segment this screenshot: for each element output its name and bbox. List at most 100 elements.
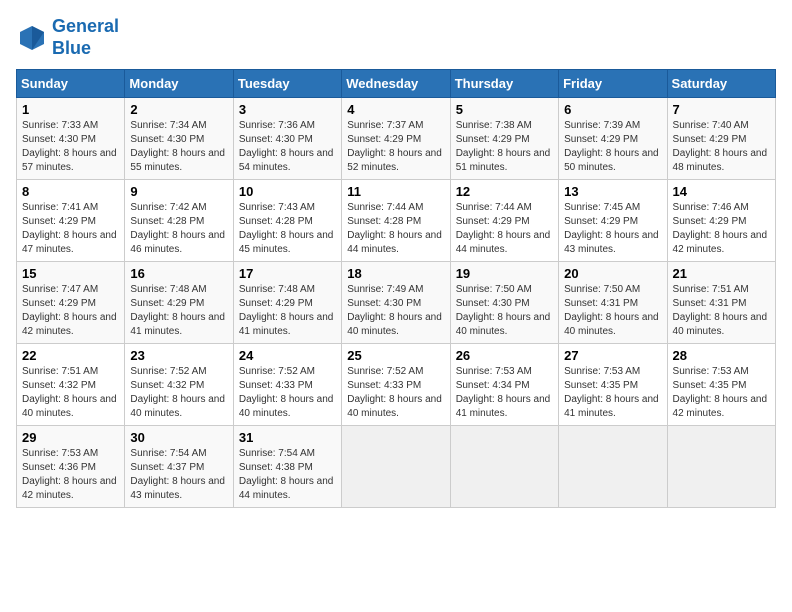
calendar-cell: 24 Sunrise: 7:52 AMSunset: 4:33 PMDaylig…: [233, 344, 341, 426]
calendar-week-2: 8 Sunrise: 7:41 AMSunset: 4:29 PMDayligh…: [17, 180, 776, 262]
day-info: Sunrise: 7:39 AMSunset: 4:29 PMDaylight:…: [564, 119, 661, 175]
day-number: 4: [347, 102, 444, 117]
calendar-week-1: 1 Sunrise: 7:33 AMSunset: 4:30 PMDayligh…: [17, 98, 776, 180]
day-number: 15: [22, 266, 119, 281]
calendar-week-5: 29 Sunrise: 7:53 AMSunset: 4:36 PMDaylig…: [17, 426, 776, 508]
day-info: Sunrise: 7:50 AMSunset: 4:31 PMDaylight:…: [564, 283, 661, 339]
day-info: Sunrise: 7:48 AMSunset: 4:29 PMDaylight:…: [130, 283, 227, 339]
day-number: 9: [130, 184, 227, 199]
day-info: Sunrise: 7:53 AMSunset: 4:35 PMDaylight:…: [564, 365, 661, 421]
day-number: 7: [673, 102, 770, 117]
day-info: Sunrise: 7:52 AMSunset: 4:33 PMDaylight:…: [239, 365, 336, 421]
day-info: Sunrise: 7:53 AMSunset: 4:34 PMDaylight:…: [456, 365, 553, 421]
day-info: Sunrise: 7:52 AMSunset: 4:33 PMDaylight:…: [347, 365, 444, 421]
day-number: 5: [456, 102, 553, 117]
calendar-cell: 9 Sunrise: 7:42 AMSunset: 4:28 PMDayligh…: [125, 180, 233, 262]
calendar-cell: 28 Sunrise: 7:53 AMSunset: 4:35 PMDaylig…: [667, 344, 775, 426]
day-info: Sunrise: 7:50 AMSunset: 4:30 PMDaylight:…: [456, 283, 553, 339]
day-info: Sunrise: 7:43 AMSunset: 4:28 PMDaylight:…: [239, 201, 336, 257]
day-info: Sunrise: 7:46 AMSunset: 4:29 PMDaylight:…: [673, 201, 770, 257]
calendar-cell: 20 Sunrise: 7:50 AMSunset: 4:31 PMDaylig…: [559, 262, 667, 344]
day-info: Sunrise: 7:38 AMSunset: 4:29 PMDaylight:…: [456, 119, 553, 175]
calendar-cell: 15 Sunrise: 7:47 AMSunset: 4:29 PMDaylig…: [17, 262, 125, 344]
day-number: 2: [130, 102, 227, 117]
page-header: GeneralBlue: [16, 16, 776, 59]
calendar-week-3: 15 Sunrise: 7:47 AMSunset: 4:29 PMDaylig…: [17, 262, 776, 344]
logo-icon: [16, 22, 48, 54]
calendar-cell: 27 Sunrise: 7:53 AMSunset: 4:35 PMDaylig…: [559, 344, 667, 426]
header-row: Sunday Monday Tuesday Wednesday Thursday…: [17, 70, 776, 98]
col-sunday: Sunday: [17, 70, 125, 98]
day-info: Sunrise: 7:33 AMSunset: 4:30 PMDaylight:…: [22, 119, 119, 175]
calendar-cell: 29 Sunrise: 7:53 AMSunset: 4:36 PMDaylig…: [17, 426, 125, 508]
day-info: Sunrise: 7:51 AMSunset: 4:32 PMDaylight:…: [22, 365, 119, 421]
calendar-cell: 11 Sunrise: 7:44 AMSunset: 4:28 PMDaylig…: [342, 180, 450, 262]
day-number: 8: [22, 184, 119, 199]
calendar-cell: 23 Sunrise: 7:52 AMSunset: 4:32 PMDaylig…: [125, 344, 233, 426]
day-number: 12: [456, 184, 553, 199]
calendar-cell: 21 Sunrise: 7:51 AMSunset: 4:31 PMDaylig…: [667, 262, 775, 344]
day-number: 13: [564, 184, 661, 199]
day-number: 25: [347, 348, 444, 363]
day-info: Sunrise: 7:52 AMSunset: 4:32 PMDaylight:…: [130, 365, 227, 421]
day-number: 30: [130, 430, 227, 445]
day-info: Sunrise: 7:40 AMSunset: 4:29 PMDaylight:…: [673, 119, 770, 175]
day-number: 14: [673, 184, 770, 199]
calendar-cell: [559, 426, 667, 508]
day-info: Sunrise: 7:42 AMSunset: 4:28 PMDaylight:…: [130, 201, 227, 257]
day-info: Sunrise: 7:36 AMSunset: 4:30 PMDaylight:…: [239, 119, 336, 175]
calendar-cell: 5 Sunrise: 7:38 AMSunset: 4:29 PMDayligh…: [450, 98, 558, 180]
calendar-cell: 31 Sunrise: 7:54 AMSunset: 4:38 PMDaylig…: [233, 426, 341, 508]
day-info: Sunrise: 7:53 AMSunset: 4:36 PMDaylight:…: [22, 447, 119, 503]
calendar-cell: 26 Sunrise: 7:53 AMSunset: 4:34 PMDaylig…: [450, 344, 558, 426]
calendar-cell: 19 Sunrise: 7:50 AMSunset: 4:30 PMDaylig…: [450, 262, 558, 344]
day-number: 1: [22, 102, 119, 117]
calendar-cell: 16 Sunrise: 7:48 AMSunset: 4:29 PMDaylig…: [125, 262, 233, 344]
calendar-cell: 6 Sunrise: 7:39 AMSunset: 4:29 PMDayligh…: [559, 98, 667, 180]
day-info: Sunrise: 7:48 AMSunset: 4:29 PMDaylight:…: [239, 283, 336, 339]
day-number: 31: [239, 430, 336, 445]
calendar-cell: 2 Sunrise: 7:34 AMSunset: 4:30 PMDayligh…: [125, 98, 233, 180]
day-info: Sunrise: 7:51 AMSunset: 4:31 PMDaylight:…: [673, 283, 770, 339]
col-wednesday: Wednesday: [342, 70, 450, 98]
calendar-week-4: 22 Sunrise: 7:51 AMSunset: 4:32 PMDaylig…: [17, 344, 776, 426]
day-number: 27: [564, 348, 661, 363]
day-number: 19: [456, 266, 553, 281]
day-number: 6: [564, 102, 661, 117]
day-number: 20: [564, 266, 661, 281]
day-info: Sunrise: 7:37 AMSunset: 4:29 PMDaylight:…: [347, 119, 444, 175]
day-number: 3: [239, 102, 336, 117]
calendar-cell: 3 Sunrise: 7:36 AMSunset: 4:30 PMDayligh…: [233, 98, 341, 180]
col-tuesday: Tuesday: [233, 70, 341, 98]
col-friday: Friday: [559, 70, 667, 98]
day-info: Sunrise: 7:53 AMSunset: 4:35 PMDaylight:…: [673, 365, 770, 421]
day-info: Sunrise: 7:47 AMSunset: 4:29 PMDaylight:…: [22, 283, 119, 339]
calendar-cell: [667, 426, 775, 508]
day-info: Sunrise: 7:54 AMSunset: 4:38 PMDaylight:…: [239, 447, 336, 503]
calendar-cell: [342, 426, 450, 508]
logo-text: GeneralBlue: [52, 16, 119, 59]
day-number: 18: [347, 266, 444, 281]
calendar-cell: 12 Sunrise: 7:44 AMSunset: 4:29 PMDaylig…: [450, 180, 558, 262]
day-number: 24: [239, 348, 336, 363]
calendar-cell: [450, 426, 558, 508]
calendar-cell: 22 Sunrise: 7:51 AMSunset: 4:32 PMDaylig…: [17, 344, 125, 426]
day-number: 16: [130, 266, 227, 281]
calendar-cell: 13 Sunrise: 7:45 AMSunset: 4:29 PMDaylig…: [559, 180, 667, 262]
calendar-cell: 14 Sunrise: 7:46 AMSunset: 4:29 PMDaylig…: [667, 180, 775, 262]
day-info: Sunrise: 7:44 AMSunset: 4:28 PMDaylight:…: [347, 201, 444, 257]
day-info: Sunrise: 7:44 AMSunset: 4:29 PMDaylight:…: [456, 201, 553, 257]
calendar-cell: 1 Sunrise: 7:33 AMSunset: 4:30 PMDayligh…: [17, 98, 125, 180]
col-saturday: Saturday: [667, 70, 775, 98]
calendar-cell: 8 Sunrise: 7:41 AMSunset: 4:29 PMDayligh…: [17, 180, 125, 262]
day-info: Sunrise: 7:34 AMSunset: 4:30 PMDaylight:…: [130, 119, 227, 175]
calendar-cell: 7 Sunrise: 7:40 AMSunset: 4:29 PMDayligh…: [667, 98, 775, 180]
day-number: 10: [239, 184, 336, 199]
col-thursday: Thursday: [450, 70, 558, 98]
day-number: 26: [456, 348, 553, 363]
col-monday: Monday: [125, 70, 233, 98]
calendar-table: Sunday Monday Tuesday Wednesday Thursday…: [16, 69, 776, 508]
calendar-cell: 17 Sunrise: 7:48 AMSunset: 4:29 PMDaylig…: [233, 262, 341, 344]
day-number: 23: [130, 348, 227, 363]
day-number: 28: [673, 348, 770, 363]
